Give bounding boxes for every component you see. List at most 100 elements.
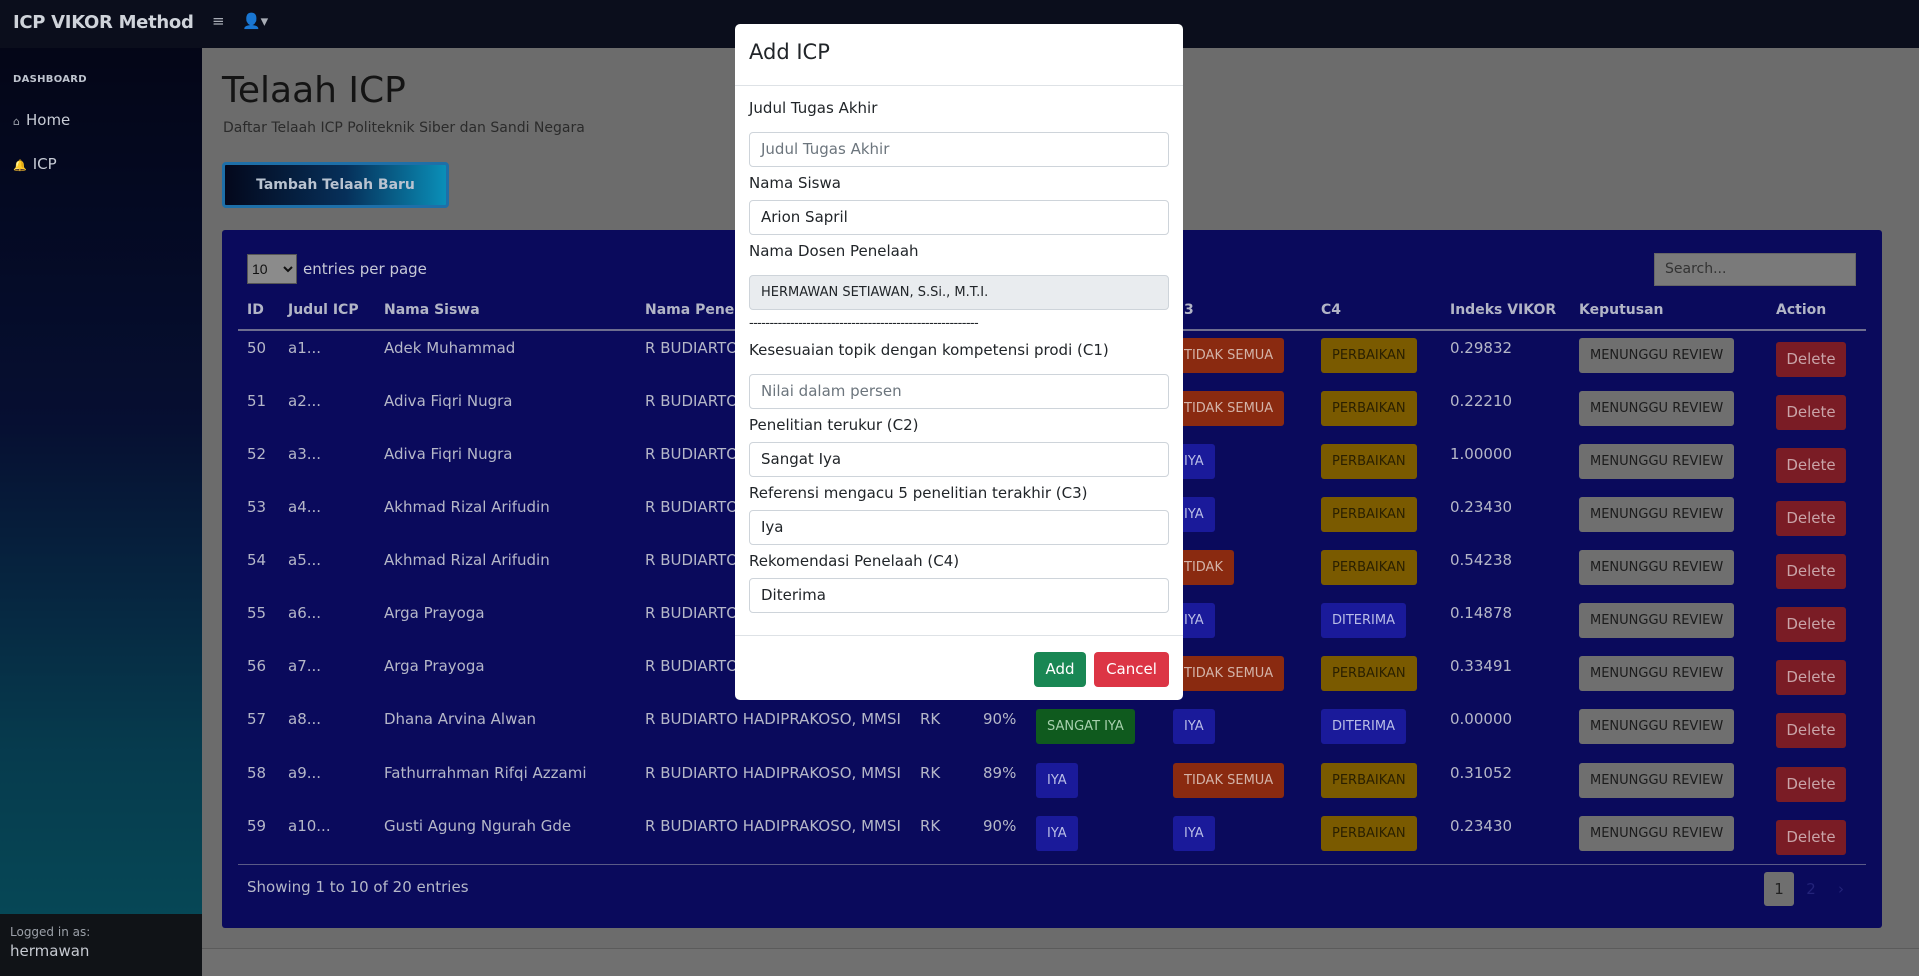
cell-penelaah: R BUDIARTO I: [645, 445, 748, 463]
delete-button[interactable]: Delete: [1776, 607, 1846, 642]
modal-title: Add ICP: [749, 40, 830, 64]
search-input[interactable]: Search...: [1654, 253, 1856, 286]
cell-vikor: 0.23430: [1450, 498, 1513, 516]
column-header-penelaah[interactable]: Nama Penel: [645, 302, 739, 318]
cell-id: 58: [247, 764, 267, 782]
column-header-c4[interactable]: C4: [1321, 302, 1341, 318]
logged-in-username: hermawan: [10, 942, 90, 960]
user-icon[interactable]: 👤▾: [242, 12, 268, 30]
column-header-vikor[interactable]: Indeks VIKOR: [1450, 302, 1556, 318]
cell-kode: RK: [920, 710, 941, 728]
cell-penelaah: R BUDIARTO HADIPRAKOSO, MMSI: [645, 710, 901, 728]
c3-label: Referensi mengacu 5 penelitian terakhir …: [749, 484, 1088, 502]
delete-button[interactable]: Delete: [1776, 820, 1846, 855]
c4-badge: DITERIMA: [1321, 709, 1406, 744]
keputusan-badge[interactable]: MENUNGGU REVIEW: [1579, 497, 1735, 532]
cell-penelaah: R BUDIARTO I: [645, 392, 748, 410]
section-divider: ----------------------------------------…: [749, 316, 979, 331]
keputusan-badge[interactable]: MENUNGGU REVIEW: [1579, 444, 1735, 479]
delete-button[interactable]: Delete: [1776, 342, 1846, 377]
column-header-judul[interactable]: Judul ICP: [288, 302, 359, 318]
sidebar-footer: Logged in as: hermawan: [0, 914, 202, 976]
entries-select[interactable]: 10: [247, 254, 297, 284]
c4-badge: PERBAIKAN: [1321, 444, 1417, 479]
cell-judul: a5...: [288, 551, 322, 569]
table-bottom-divider: [238, 864, 1866, 865]
keputusan-badge[interactable]: MENUNGGU REVIEW: [1579, 763, 1735, 798]
cell-siswa: Akhmad Rizal Arifudin: [384, 498, 550, 516]
c3-badge: IYA: [1173, 816, 1215, 851]
keputusan-badge[interactable]: MENUNGGU REVIEW: [1579, 550, 1735, 585]
keputusan-badge[interactable]: MENUNGGU REVIEW: [1579, 603, 1735, 638]
cell-penelaah: R BUDIARTO I: [645, 551, 748, 569]
delete-button[interactable]: Delete: [1776, 395, 1846, 430]
column-header-keputusan[interactable]: Keputusan: [1579, 302, 1664, 318]
cell-kode: RK: [920, 817, 941, 835]
siswa-select[interactable]: Arion Sapril: [749, 200, 1169, 235]
delete-button[interactable]: Delete: [1776, 767, 1846, 802]
page-1-button[interactable]: 1: [1764, 872, 1794, 906]
cell-vikor: 0.22210: [1450, 392, 1513, 410]
keputusan-badge[interactable]: MENUNGGU REVIEW: [1579, 391, 1735, 426]
add-review-button[interactable]: Tambah Telaah Baru: [222, 162, 449, 208]
logged-in-label: Logged in as:: [10, 925, 91, 939]
entries-per-page: 10 entries per page: [247, 254, 427, 284]
hamburger-icon[interactable]: ≡: [212, 12, 225, 30]
page-subtitle: Daftar Telaah ICP Politeknik Siber dan S…: [223, 120, 585, 136]
column-header-id[interactable]: ID: [247, 302, 264, 318]
cell-siswa: Adiva Fiqri Nugra: [384, 445, 513, 463]
cell-penelaah: R BUDIARTO I: [645, 498, 748, 516]
c1-input[interactable]: Nilai dalam persen: [749, 374, 1169, 409]
c2-label: Penelitian terukur (C2): [749, 416, 919, 434]
cell-vikor: 0.33491: [1450, 657, 1513, 675]
sidebar-item-label: Home: [25, 111, 71, 129]
c4-badge: PERBAIKAN: [1321, 497, 1417, 532]
cell-judul: a3...: [288, 445, 322, 463]
cell-id: 50: [247, 339, 267, 357]
cell-judul: a10...: [288, 817, 331, 835]
c4-select[interactable]: Diterima: [749, 578, 1169, 613]
keputusan-badge[interactable]: MENUNGGU REVIEW: [1579, 709, 1735, 744]
judul-input[interactable]: Judul Tugas Akhir: [749, 132, 1169, 167]
home-icon: ⌂: [13, 115, 20, 128]
cell-vikor: 0.23430: [1450, 817, 1513, 835]
delete-button[interactable]: Delete: [1776, 501, 1846, 536]
c3-select[interactable]: Iya: [749, 510, 1169, 545]
delete-button[interactable]: Delete: [1776, 554, 1846, 589]
cell-judul: a8...: [288, 710, 322, 728]
keputusan-badge[interactable]: MENUNGGU REVIEW: [1579, 656, 1735, 691]
column-header-c3[interactable]: 3: [1184, 302, 1194, 318]
c2-badge: SANGAT IYA: [1036, 709, 1135, 744]
cell-siswa: Akhmad Rizal Arifudin: [384, 551, 550, 569]
cancel-button[interactable]: Cancel: [1094, 652, 1169, 687]
modal-footer: Add Cancel: [735, 635, 1183, 700]
page-2-button[interactable]: 2: [1798, 872, 1824, 906]
sidebar-heading: DASHBOARD: [13, 74, 87, 85]
cell-kode: RK: [920, 764, 941, 782]
entries-label: entries per page: [303, 260, 427, 278]
add-button[interactable]: Add: [1034, 652, 1086, 687]
cell-judul: a4...: [288, 498, 322, 516]
delete-button[interactable]: Delete: [1776, 713, 1846, 748]
cell-penelaah: R BUDIARTO HADIPRAKOSO, MMSI: [645, 817, 901, 835]
cell-judul: a6...: [288, 604, 322, 622]
next-page-button[interactable]: ›: [1828, 872, 1854, 906]
column-header-siswa[interactable]: Nama Siswa: [384, 302, 480, 318]
column-header-action[interactable]: Action: [1776, 302, 1826, 318]
cell-penelaah: R BUDIARTO I: [645, 657, 748, 675]
keputusan-badge[interactable]: MENUNGGU REVIEW: [1579, 338, 1735, 373]
cell-id: 54: [247, 551, 267, 569]
keputusan-badge[interactable]: MENUNGGU REVIEW: [1579, 816, 1735, 851]
dosen-field: HERMAWAN SETIAWAN, S.Si., M.T.I.: [749, 275, 1169, 310]
c2-select[interactable]: Sangat Iya: [749, 442, 1169, 477]
delete-button[interactable]: Delete: [1776, 448, 1846, 483]
sidebar-item-icp[interactable]: 🔔 ICP: [13, 155, 57, 173]
cell-judul: a2...: [288, 392, 322, 410]
app-brand[interactable]: ICP VIKOR Method: [0, 0, 202, 48]
modal-header: Add ICP: [735, 24, 1183, 86]
c4-badge: PERBAIKAN: [1321, 656, 1417, 691]
sidebar-item-home[interactable]: ⌂ Home: [13, 111, 70, 129]
c4-badge: PERBAIKAN: [1321, 816, 1417, 851]
delete-button[interactable]: Delete: [1776, 660, 1846, 695]
add-icp-modal: Add ICP Judul Tugas Akhir Judul Tugas Ak…: [735, 24, 1183, 700]
